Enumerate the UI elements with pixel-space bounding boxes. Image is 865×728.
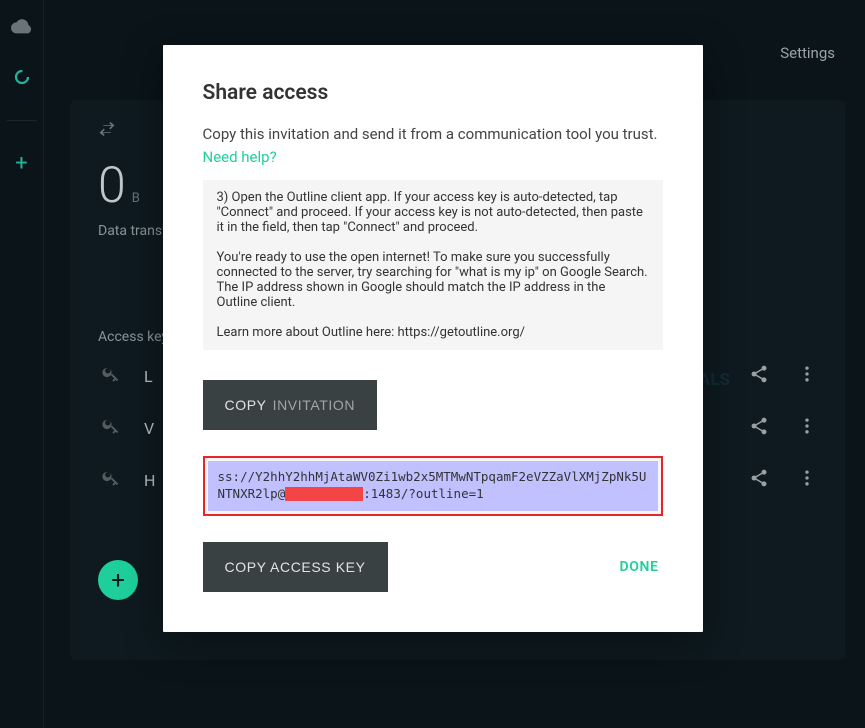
copy-invitation-button[interactable]: COPYINVITATION — [203, 380, 378, 430]
redacted-host — [285, 487, 363, 501]
copy-access-key-button[interactable]: COPY ACCESS KEY — [203, 542, 388, 592]
modal-overlay: Share access Copy this invitation and se… — [0, 0, 865, 728]
access-key-frame: ss://Y2hhY2hhMjAtaWV0Zi1wb2x5MTMwNTpqamF… — [203, 456, 663, 516]
modal-title: Share access — [203, 81, 663, 105]
modal-description: Copy this invitation and send it from a … — [203, 123, 663, 168]
invitation-textarea[interactable] — [203, 180, 663, 350]
done-button[interactable]: DONE — [620, 559, 663, 575]
share-access-modal: Share access Copy this invitation and se… — [163, 45, 703, 632]
need-help-link[interactable]: Need help? — [203, 148, 277, 166]
access-key-value[interactable]: ss://Y2hhY2hhMjAtaWV0Zi1wb2x5MTMwNTpqamF… — [208, 461, 658, 511]
